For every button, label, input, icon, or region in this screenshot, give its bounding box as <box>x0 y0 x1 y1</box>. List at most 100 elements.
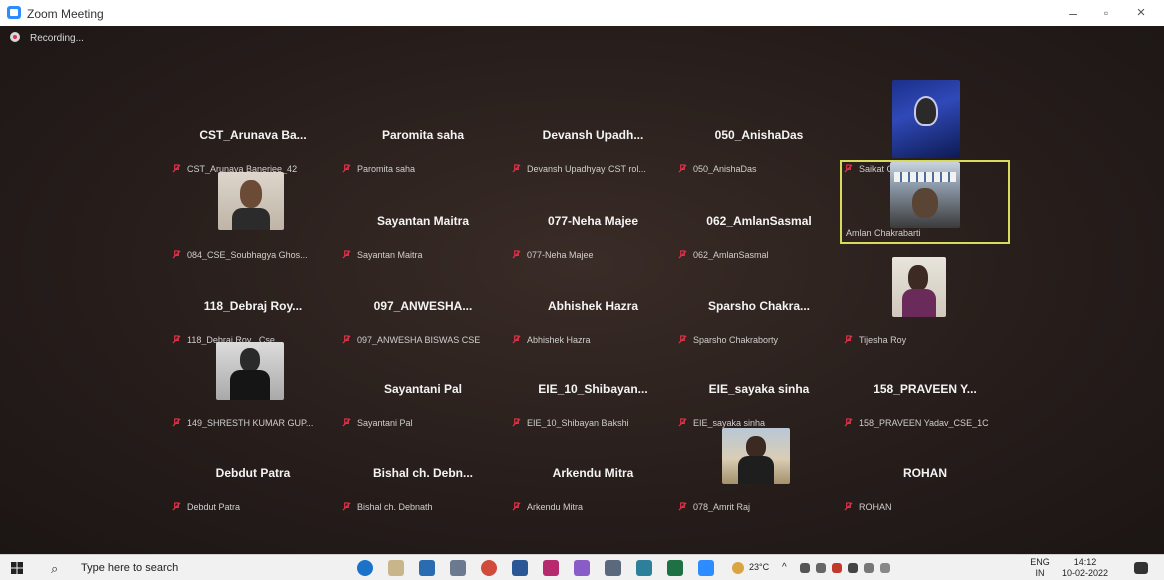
windows-taskbar: ⌕ Type here to search 23°C ^ ENG IN 14:1… <box>0 554 1164 580</box>
participant-name: Sayantani Pal <box>383 382 463 396</box>
notifications-icon[interactable] <box>1134 562 1148 574</box>
store-icon[interactable] <box>419 560 435 576</box>
mic-muted-icon <box>678 335 687 344</box>
recording-label: Recording... <box>30 33 84 44</box>
mic-muted-icon <box>678 502 687 511</box>
participant-footer: Devansh Upadhyay CST rol... <box>512 164 676 174</box>
participant-tile[interactable]: Sparsho Chakra... Sparsho Chakraborty <box>676 273 842 355</box>
mic-muted-icon <box>172 250 181 259</box>
mic-muted-icon <box>172 164 181 173</box>
gallery-view: Recording... CST_Arunava Ba... CST_Aruna… <box>0 26 1164 554</box>
zoom-app-icon <box>7 6 21 19</box>
participant-name: 097_ANWESHA... <box>373 299 473 313</box>
participant-tile[interactable]: 158_PRAVEEN Y... 158_PRAVEEN Yadav_CSE_1… <box>842 356 1008 438</box>
recording-indicator[interactable]: Recording... <box>10 32 84 44</box>
language-indicator[interactable]: ENG IN <box>1026 557 1054 579</box>
close-button[interactable]: × <box>1126 3 1156 23</box>
mic-muted-icon <box>342 335 351 344</box>
windows-start-icon[interactable] <box>11 562 23 574</box>
participant-footer: ROHAN <box>844 502 1008 512</box>
participant-name: Bishal ch. Debn... <box>372 466 474 480</box>
participant-name: Abhishek Hazra <box>547 299 639 313</box>
chevron-up-icon[interactable]: ^ <box>782 562 787 573</box>
mic-muted-icon <box>342 418 351 427</box>
participant-tile[interactable]: Sayantani Pal Sayantani Pal <box>340 356 506 438</box>
participant-footer-label: Devansh Upadhyay CST rol... <box>527 164 646 174</box>
participant-tile[interactable]: Bishal ch. Debn... Bishal ch. Debnath <box>340 440 506 522</box>
participant-footer: Abhishek Hazra <box>512 335 676 345</box>
participant-footer-label: ROHAN <box>859 502 892 512</box>
participant-name: ROHAN <box>903 466 947 480</box>
participant-tile[interactable]: Arkendu Mitra Arkendu Mitra <box>510 440 676 522</box>
weather-icon[interactable] <box>732 562 744 574</box>
mic-muted-icon <box>512 164 521 173</box>
photos-icon[interactable] <box>450 560 466 576</box>
active-speaker-tile[interactable]: Amlan Chakrabarti <box>840 160 1010 244</box>
participant-tile[interactable]: 050_AnishaDas 050_AnishaDas <box>676 102 842 184</box>
participant-name: EIE_sayaka sinha <box>708 382 810 396</box>
battery-icon[interactable] <box>848 563 858 573</box>
speaker-icon[interactable] <box>816 563 826 573</box>
profile-picture <box>914 96 938 126</box>
display-icon[interactable] <box>864 563 874 573</box>
participant-tile[interactable]: Abhishek Hazra Abhishek Hazra <box>510 273 676 355</box>
participant-tile[interactable]: 062_AmlanSasmal 062_AmlanSasmal <box>676 188 842 270</box>
search-icon: ⌕ <box>51 561 59 576</box>
participant-tile[interactable]: Sayantan Maitra Sayantan Maitra <box>340 188 506 270</box>
profile-picture <box>746 436 766 458</box>
region-code: IN <box>1035 568 1045 578</box>
mic-muted-icon <box>844 335 853 344</box>
participant-name: Sayantan Maitra <box>376 214 470 228</box>
participant-tile[interactable]: 097_ANWESHA... 097_ANWESHA BISWAS CSE <box>340 273 506 355</box>
participant-tile[interactable]: EIE_sayaka sinha EIE_sayaka sinha <box>676 356 842 438</box>
participant-footer-label: EIE_sayaka sinha <box>693 418 766 428</box>
title-bar: Zoom Meeting – ▫ × <box>0 0 1164 26</box>
participant-tile[interactable]: Tijesha Roy <box>842 257 1008 355</box>
mic-muted-icon <box>512 250 521 259</box>
clock[interactable]: 14:12 10-02-2022 <box>1060 557 1110 579</box>
visual-studio-icon[interactable] <box>543 560 559 576</box>
word-icon[interactable] <box>512 560 528 576</box>
participant-name: 158_PRAVEEN Y... <box>873 382 977 396</box>
participant-footer-label: Debdut Patra <box>187 502 241 512</box>
edge-browser-icon[interactable] <box>357 560 373 576</box>
participant-tile[interactable]: 084_CSE_Soubhagya Ghos... <box>170 172 336 270</box>
participant-tile[interactable]: 077-Neha Majee 077-Neha Majee <box>510 188 676 270</box>
participant-tile[interactable]: 078_Amrit Raj <box>676 428 842 522</box>
file-explorer-icon[interactable] <box>388 560 404 576</box>
participant-footer: EIE_10_Shibayan Bakshi <box>512 418 676 428</box>
excel-icon[interactable] <box>667 560 683 576</box>
calculator-icon[interactable] <box>605 560 621 576</box>
participant-footer-label: 097_ANWESHA BISWAS CSE <box>357 335 481 345</box>
mic-muted-icon <box>678 418 687 427</box>
chrome-icon[interactable] <box>481 560 497 576</box>
participant-video <box>890 162 960 228</box>
participant-tile[interactable]: EIE_10_Shibayan... EIE_10_Shibayan Baksh… <box>510 356 676 438</box>
mic-muted-icon <box>844 502 853 511</box>
participant-tile[interactable]: Debdut Patra Debdut Patra <box>170 440 336 522</box>
participant-tile[interactable]: 149_SHRESTH KUMAR GUP... <box>170 342 336 438</box>
weather-temperature[interactable]: 23°C <box>749 562 769 572</box>
network-icon[interactable] <box>800 563 810 573</box>
minimize-button[interactable]: – <box>1058 3 1088 23</box>
participant-footer: 097_ANWESHA BISWAS CSE <box>342 335 506 345</box>
participant-name: Arkendu Mitra <box>552 466 634 480</box>
participant-footer-label: 077-Neha Majee <box>527 250 594 260</box>
participant-tile[interactable]: Paromita saha Paromita saha <box>340 102 506 184</box>
mic-muted-icon <box>172 502 181 511</box>
antivirus-icon[interactable] <box>832 563 842 573</box>
taskbar-search-box[interactable]: ⌕ Type here to search <box>45 558 335 578</box>
participant-name: Sparsho Chakra... <box>707 299 811 313</box>
participant-tile[interactable]: ROHAN ROHAN <box>842 440 1008 522</box>
participant-footer: 078_Amrit Raj <box>678 502 842 512</box>
clock-time: 14:12 <box>1073 557 1097 567</box>
participant-video <box>892 80 960 158</box>
paint-icon[interactable] <box>574 560 590 576</box>
participant-footer-label: 149_SHRESTH KUMAR GUP... <box>187 418 314 428</box>
maximize-button[interactable]: ▫ <box>1091 3 1121 23</box>
participant-tile[interactable]: Devansh Upadh... Devansh Upadhyay CST ro… <box>510 102 676 184</box>
participant-name: 062_AmlanSasmal <box>706 214 812 228</box>
photo-viewer-icon[interactable] <box>636 560 652 576</box>
bluetooth-icon[interactable] <box>880 563 890 573</box>
zoom-taskbar-icon[interactable] <box>698 560 714 576</box>
